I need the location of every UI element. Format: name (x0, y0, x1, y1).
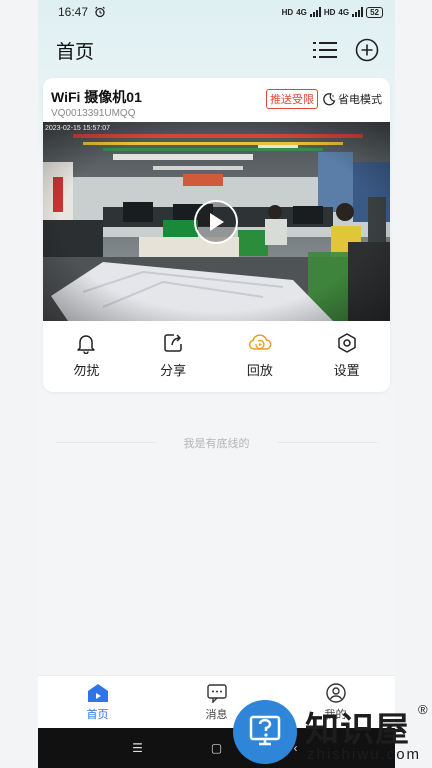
watermark-title: 知识屋 (305, 710, 410, 750)
playback-label: 回放 (246, 363, 273, 378)
signal-type-2: 4G (338, 7, 350, 17)
settings-button[interactable]: 设置 (303, 321, 390, 392)
recent-apps-button[interactable]: ☰ (128, 741, 148, 755)
tab-home[interactable]: 首页 (38, 676, 157, 728)
tab-messages-label: 消息 (205, 709, 228, 721)
power-saving-mode[interactable]: 省电模式 (322, 91, 382, 107)
phone-screen: 16:47 HD 4G HD 4G 52 首页 WiFi 摄像机01 VQ001… (38, 0, 395, 768)
moon-icon (323, 93, 336, 106)
network-type-2: HD (323, 7, 336, 17)
do-not-disturb-button[interactable]: 勿扰 (43, 321, 130, 392)
status-bar: 16:47 HD 4G HD 4G 52 (38, 0, 395, 24)
watermark-registered-mark: ® (418, 702, 428, 717)
camera-card[interactable]: WiFi 摄像机01 VQ0013391UMQQ 推送受限 省电模式 2023-… (43, 78, 390, 392)
share-icon (164, 334, 182, 352)
cloud-playback-icon (248, 334, 272, 350)
network-type-1: HD (281, 7, 294, 17)
settings-label: 设置 (333, 363, 360, 378)
help-monitor-icon (249, 715, 281, 746)
watermark-url: zhishiwu.com (307, 746, 422, 763)
share-label: 分享 (160, 363, 187, 378)
menu-list-icon[interactable] (313, 40, 337, 60)
playback-button[interactable]: 回放 (217, 321, 304, 392)
camera-card-header: WiFi 摄像机01 VQ0013391UMQQ 推送受限 省电模式 (43, 78, 390, 122)
play-button[interactable] (194, 200, 238, 244)
camera-device-id: VQ0013391UMQQ (51, 108, 136, 119)
home-icon (87, 684, 108, 702)
push-limited-badge[interactable]: 推送受限 (266, 89, 318, 109)
bell-icon (77, 335, 96, 354)
camera-actions: 勿扰 分享 回放 设置 (43, 321, 390, 392)
do-not-disturb-label: 勿扰 (73, 363, 100, 378)
page-header: 首页 (38, 28, 395, 72)
video-timestamp: 2023-02-15 15:57:07 (45, 125, 110, 132)
watermark: 知识屋 ® zhishiwu.com (233, 700, 432, 768)
end-of-list-text: 我是有底线的 (183, 438, 250, 450)
watermark-logo (233, 700, 297, 764)
alarm-icon (95, 6, 105, 18)
signal-type-1: 4G (296, 7, 307, 17)
signal-bars-icon (309, 7, 321, 17)
message-icon (206, 684, 227, 703)
battery-icon: 52 (366, 6, 383, 18)
status-time: 16:47 (58, 5, 89, 19)
page-title: 首页 (56, 41, 95, 63)
camera-video-preview[interactable]: 2023-02-15 15:57:07 (43, 122, 390, 321)
settings-hexagon-icon (337, 333, 356, 353)
home-system-button[interactable]: ▢ (207, 741, 227, 755)
signal-bars-icon (352, 7, 364, 17)
play-icon (210, 213, 224, 231)
tab-home-label: 首页 (86, 709, 109, 721)
share-button[interactable]: 分享 (130, 321, 217, 392)
power-saving-label: 省电模式 (338, 94, 382, 106)
end-of-list-divider: 我是有底线的 (38, 434, 395, 452)
add-device-icon[interactable] (355, 38, 379, 62)
